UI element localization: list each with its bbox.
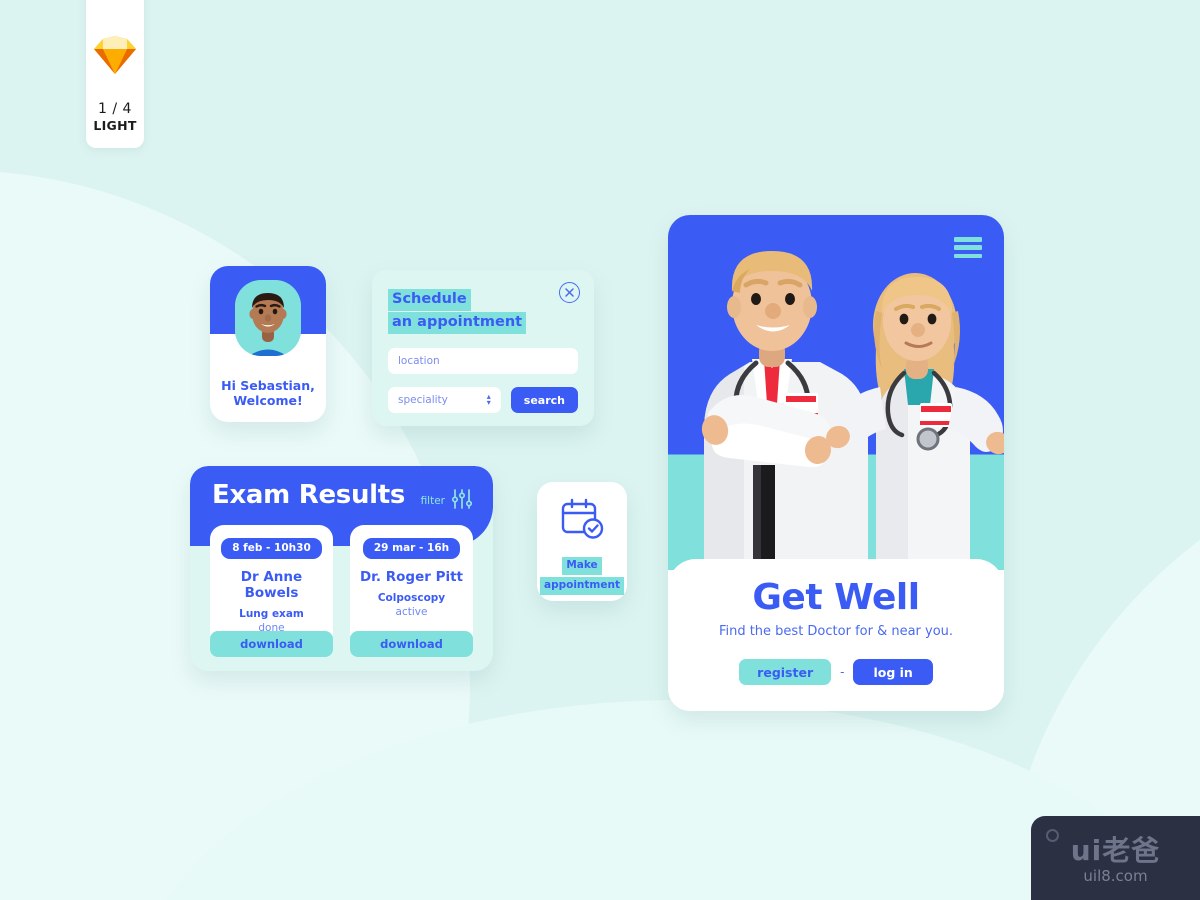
speciality-select[interactable]: speciality ▴ ▾ [388, 387, 501, 413]
search-button[interactable]: search [510, 387, 578, 413]
watermark-logo: ui老爸 [1070, 834, 1161, 867]
schedule-title-line-2: an appointment [388, 312, 527, 334]
speciality-stepper-icon[interactable]: ▴ ▾ [486, 393, 491, 407]
schedule-title: Schedule an appointment [388, 288, 578, 334]
register-button[interactable]: register [739, 659, 832, 685]
hero-section [668, 215, 1004, 570]
exam-download-row: download download [210, 631, 473, 657]
sketch-file-badge: 1 / 4 LIGHT [86, 0, 144, 148]
exam-type: Lung exam [239, 608, 304, 620]
appointment-label-line-1: Make [562, 557, 602, 575]
exam-results-card: Exam Results filter 8 feb - 10h30 Dr Ann… [190, 466, 493, 671]
schedule-title-line-1: Schedule [388, 289, 471, 311]
exam-date-badge: 8 feb - 10h30 [221, 538, 322, 559]
page-tagline: Find the best Doctor for & near you. [718, 624, 954, 639]
exam-results-list: 8 feb - 10h30 Dr Anne Bowels Lung exam d… [210, 525, 473, 647]
cta-separator: - [840, 665, 845, 679]
cta-row: register - log in [668, 659, 1004, 685]
schedule-search-row: speciality ▴ ▾ search [388, 387, 578, 413]
welcome-greeting: Hi Sebastian, Welcome! [210, 378, 326, 408]
make-appointment-card[interactable]: Make appointment [537, 482, 627, 601]
exam-type: Colposcopy [377, 592, 446, 604]
watermark-url: uil8.com [1083, 867, 1148, 885]
exam-status: active [395, 606, 428, 618]
stepper-down-arrow: ▾ [486, 398, 491, 407]
filter-button[interactable]: filter [421, 488, 473, 514]
greeting-line-1: Hi Sebastian, [221, 378, 315, 393]
menu-bar-3 [954, 253, 982, 258]
filter-label: filter [420, 495, 445, 507]
welcome-card: Hi Sebastian, Welcome! [210, 266, 326, 422]
location-placeholder: location [398, 355, 440, 367]
phone-mockup: Get Well Find the best Doctor for & near… [668, 215, 1004, 711]
download-button[interactable]: download [210, 631, 333, 657]
exam-result-item: 29 mar - 16h Dr. Roger Pitt Colposcopy a… [350, 525, 473, 647]
speciality-placeholder: speciality [398, 394, 448, 406]
location-input[interactable]: location [388, 348, 578, 374]
download-button[interactable]: download [350, 631, 473, 657]
make-appointment-label: Make appointment [540, 555, 624, 595]
watermark-badge: ui老爸 uil8.com [1031, 816, 1200, 900]
menu-bar-2 [954, 245, 982, 250]
exam-results-title: Exam Results [212, 480, 406, 510]
exam-result-item: 8 feb - 10h30 Dr Anne Bowels Lung exam d… [210, 525, 333, 647]
exam-doctor-name: Dr Anne Bowels [240, 569, 303, 601]
hamburger-menu-icon[interactable] [954, 237, 982, 258]
appointment-label-line-2: appointment [540, 577, 624, 595]
watermark-dot-icon [1046, 829, 1059, 842]
background-canvas [0, 0, 1200, 900]
exam-date-badge: 29 mar - 16h [362, 538, 461, 559]
greeting-line-2: Welcome! [233, 393, 303, 408]
sketch-theme-label: LIGHT [93, 118, 137, 133]
sliders-icon [451, 488, 473, 514]
login-button[interactable]: log in [853, 659, 933, 685]
schedule-appointment-card: Schedule an appointment location special… [372, 270, 594, 426]
sketch-page-indicator: 1 / 4 [98, 101, 132, 117]
exam-doctor-name: Dr. Roger Pitt [359, 569, 464, 585]
calendar-check-icon [560, 498, 605, 544]
phone-content-section: Get Well Find the best Doctor for & near… [668, 559, 1004, 711]
avatar [235, 280, 301, 356]
sketch-diamond-icon [93, 35, 137, 79]
close-icon[interactable] [559, 282, 580, 303]
menu-bar-1 [954, 237, 982, 242]
page-title: Get Well [752, 577, 920, 618]
